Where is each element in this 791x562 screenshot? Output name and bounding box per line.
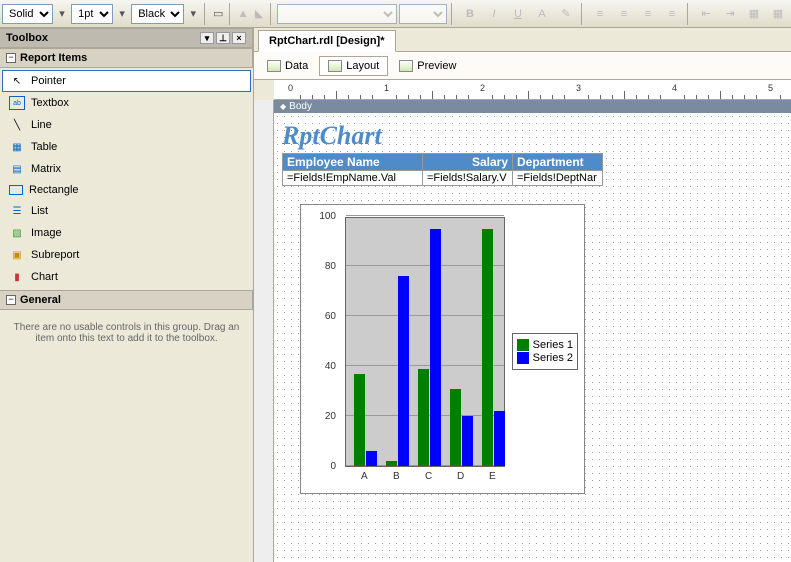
indent-icon[interactable]: ⇥ <box>719 3 741 25</box>
cell-salary[interactable]: =Fields!Salary.V <box>423 171 513 186</box>
font-family-select[interactable] <box>277 4 397 24</box>
chart-control[interactable]: Series 1 Series 2 020406080100ABCDE <box>300 204 585 494</box>
highlight-icon[interactable]: ✎ <box>555 3 577 25</box>
panel-close-icon[interactable]: × <box>232 32 246 44</box>
subtab-preview[interactable]: Preview <box>390 56 465 76</box>
tab-rptchart[interactable]: RptChart.rdl [Design]* <box>258 30 396 52</box>
toolbox-item-list[interactable]: ☰List <box>2 200 251 222</box>
bold-icon[interactable]: B <box>459 3 481 25</box>
toolbox-title: Toolbox ▾ ⊥ × <box>0 28 253 48</box>
col-dept[interactable]: Department <box>513 154 603 171</box>
vertical-ruler <box>254 100 274 562</box>
general-placeholder: There are no usable controls in this gro… <box>0 310 253 356</box>
cell-empname[interactable]: =Fields!EmpName.Val <box>283 171 423 186</box>
section-general[interactable]: General <box>0 290 253 310</box>
preview-icon <box>399 60 413 72</box>
layer-icon[interactable]: ▦ <box>743 3 765 25</box>
subreport-icon: ▣ <box>9 248 25 262</box>
line-icon: ╲ <box>9 118 25 132</box>
toolbox-item-line[interactable]: ╲Line <box>2 114 251 136</box>
border-style-select[interactable]: Solid <box>2 4 53 24</box>
document-tabs: RptChart.rdl [Design]* <box>254 28 791 52</box>
textbox-icon: ab <box>9 96 25 110</box>
dropdown-icon[interactable]: ▾ <box>115 3 129 25</box>
chart-plot-area <box>345 217 505 467</box>
outdent-icon[interactable]: ⇤ <box>695 3 717 25</box>
legend-label-2: Series 2 <box>533 352 573 364</box>
align-center-icon[interactable]: ≡ <box>613 3 635 25</box>
dropdown-icon[interactable]: ▾ <box>55 3 69 25</box>
col-empname[interactable]: Employee Name <box>283 154 423 171</box>
design-canvas[interactable]: Body RptChart Employee Name Salary Depar… <box>274 100 791 562</box>
subtab-layout[interactable]: Layout <box>319 56 388 76</box>
legend-label-1: Series 1 <box>533 339 573 351</box>
pointer-icon: ↖ <box>9 74 25 88</box>
panel-pin-icon[interactable]: ⊥ <box>216 32 230 44</box>
panel-dropdown-icon[interactable]: ▾ <box>200 32 214 44</box>
report-items-list: ↖Pointer abTextbox ╲Line ▦Table ▤Matrix … <box>0 68 253 290</box>
toolbox-item-subreport[interactable]: ▣Subreport <box>2 244 251 266</box>
fg-color-icon[interactable]: ▲ <box>236 3 250 25</box>
border-toolbar: Solid ▾ 1pt ▾ Black ▾ ▭ ▲ ◣ B I U A ✎ ≡ … <box>0 0 791 28</box>
view-tabs: Data Layout Preview <box>254 52 791 80</box>
rectangle-icon <box>9 185 23 195</box>
border-color-select[interactable]: Black <box>131 4 184 24</box>
legend-swatch-1 <box>517 339 529 351</box>
matrix-icon: ▤ <box>9 162 25 176</box>
cell-dept[interactable]: =Fields!DeptNar <box>513 171 603 186</box>
italic-icon[interactable]: I <box>483 3 505 25</box>
align-right-icon[interactable]: ≡ <box>637 3 659 25</box>
chart-legend: Series 1 Series 2 <box>512 333 578 370</box>
font-color-icon[interactable]: A <box>531 3 553 25</box>
toolbox-panel: Toolbox ▾ ⊥ × Report Items ↖Pointer abTe… <box>0 28 254 562</box>
align-left-icon[interactable]: ≡ <box>589 3 611 25</box>
toolbox-item-table[interactable]: ▦Table <box>2 136 251 158</box>
bg-color-icon[interactable]: ◣ <box>252 3 266 25</box>
report-table[interactable]: Employee Name Salary Department =Fields!… <box>282 153 603 186</box>
design-area: RptChart.rdl [Design]* Data Layout Previ… <box>254 28 791 562</box>
toolbox-item-matrix[interactable]: ▤Matrix <box>2 158 251 180</box>
horizontal-ruler: 012345 <box>274 80 791 100</box>
toolbox-item-chart[interactable]: ▮Chart <box>2 266 251 288</box>
dropdown-icon[interactable]: ▾ <box>186 3 200 25</box>
section-report-items[interactable]: Report Items <box>0 48 253 68</box>
legend-swatch-2 <box>517 352 529 364</box>
justify-icon[interactable]: ≡ <box>661 3 683 25</box>
border-width-select[interactable]: 1pt <box>71 4 113 24</box>
data-icon <box>267 60 281 72</box>
toolbox-item-textbox[interactable]: abTextbox <box>2 92 251 114</box>
image-icon: ▧ <box>9 226 25 240</box>
toolbox-item-pointer[interactable]: ↖Pointer <box>2 70 251 92</box>
layer2-icon[interactable]: ▦ <box>767 3 789 25</box>
font-size-select[interactable] <box>399 4 447 24</box>
toolbox-item-rectangle[interactable]: Rectangle <box>2 180 251 200</box>
chart-icon: ▮ <box>9 270 25 284</box>
list-icon: ☰ <box>9 204 25 218</box>
border-edit-icon[interactable]: ▭ <box>211 3 225 25</box>
layout-icon <box>328 60 342 72</box>
col-salary[interactable]: Salary <box>423 154 513 171</box>
body-section-label[interactable]: Body <box>274 100 791 113</box>
toolbox-item-image[interactable]: ▧Image <box>2 222 251 244</box>
report-title[interactable]: RptChart <box>282 121 783 151</box>
table-icon: ▦ <box>9 140 25 154</box>
underline-icon[interactable]: U <box>507 3 529 25</box>
subtab-data[interactable]: Data <box>258 56 317 76</box>
